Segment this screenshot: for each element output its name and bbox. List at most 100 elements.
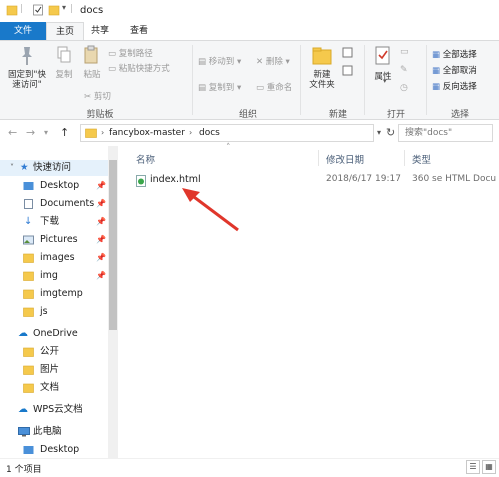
- move-to-button[interactable]: ▤ 移动到 ▾: [198, 55, 241, 68]
- nav-label: Desktop: [40, 444, 80, 455]
- nav-item-imgtemp[interactable]: imgtemp: [0, 286, 108, 302]
- ribbon: 固定到"快 速访问" 复制 粘贴 ▭ 复制路径 ▭ 粘贴快捷方式 ✂ 剪切 剪贴…: [0, 40, 499, 120]
- nav-item-od-pictures[interactable]: 图片: [0, 362, 108, 378]
- copy-to-button[interactable]: ▤ 复制到 ▾: [198, 81, 241, 94]
- new-folder-icon[interactable]: [48, 4, 60, 16]
- large-icons-view-icon[interactable]: ▦: [482, 460, 496, 474]
- folder-icon[interactable]: [6, 4, 18, 16]
- folder-icon: [23, 307, 34, 317]
- breadcrumb-item[interactable]: docs: [199, 128, 220, 138]
- nav-label: 文档: [40, 382, 60, 393]
- nav-wps-cloud[interactable]: ☁ WPS云文档: [0, 402, 108, 418]
- paste-button[interactable]: 粘贴: [79, 45, 105, 80]
- separator: |: [70, 4, 74, 14]
- chevron-right-icon: ›: [101, 128, 105, 137]
- folder-icon: [23, 383, 34, 393]
- chevron-down-icon[interactable]: ˅: [10, 160, 14, 176]
- copy-path-label: 复制路径: [118, 49, 153, 59]
- rename-label: 重命名: [266, 83, 293, 93]
- pin-quick-access-button[interactable]: 固定到"快 速访问": [4, 45, 50, 90]
- nav-label: js: [40, 306, 48, 317]
- properties-icon: [375, 46, 390, 65]
- cloud-icon: ☁: [18, 404, 28, 415]
- folder-icon: [23, 365, 34, 375]
- pin-icon: 📌: [96, 181, 106, 190]
- pictures-icon: [23, 235, 34, 245]
- window-title: docs: [80, 5, 104, 16]
- invert-selection-button[interactable]: ▦ 反向选择: [432, 80, 477, 93]
- star-icon: ★: [20, 162, 29, 173]
- copy-path-button[interactable]: ▭ 复制路径: [108, 47, 153, 60]
- qat-dropdown-icon[interactable]: ▾: [62, 3, 66, 12]
- nav-label: WPS云文档: [33, 404, 83, 415]
- new-folder-button[interactable]: 新建 文件夹: [305, 45, 339, 90]
- annotation-arrow-icon: [182, 188, 239, 232]
- edit-icon[interactable]: ✎: [400, 65, 408, 75]
- open-icon[interactable]: ▭: [400, 47, 409, 57]
- html-file-icon: [136, 175, 146, 187]
- delete-button[interactable]: ✕ 删除 ▾: [256, 55, 290, 68]
- copy-button[interactable]: 复制: [52, 45, 76, 80]
- group-label-open: 打开: [386, 110, 405, 120]
- file-list: ˄ 名称 修改日期 类型 index.html 2018/6/17 19:17 …: [122, 143, 499, 458]
- forward-icon[interactable]: →: [26, 126, 35, 139]
- copy-label: 复制: [55, 70, 73, 80]
- nav-item-img[interactable]: img 📌: [0, 268, 108, 284]
- nav-label: 快速访问: [33, 162, 72, 173]
- nav-item-documents[interactable]: Documents 📌: [0, 196, 108, 212]
- details-view-icon[interactable]: ☰: [466, 460, 480, 474]
- separator: [404, 150, 405, 166]
- search-placeholder: 搜索"docs": [405, 128, 453, 138]
- pin-label-line1: 固定到"快: [8, 70, 46, 80]
- folder-icon: [23, 253, 34, 263]
- nav-this-pc[interactable]: 此电脑: [0, 424, 108, 440]
- history-icon[interactable]: ◷: [400, 83, 408, 93]
- select-all-button[interactable]: ▦ 全部选择: [432, 48, 477, 61]
- tab-view[interactable]: 查看: [122, 22, 156, 40]
- chevron-right-icon: ›: [189, 128, 193, 137]
- breadcrumb-item[interactable]: fancybox-master: [109, 128, 185, 138]
- nav-item-js[interactable]: js: [0, 304, 108, 320]
- properties-dropdown-icon[interactable]: ▾: [383, 77, 387, 85]
- paste-shortcut-button[interactable]: ▭ 粘贴快捷方式: [108, 62, 170, 75]
- sort-arrow-icon: ˄: [226, 143, 231, 153]
- new-item-icon[interactable]: [342, 47, 356, 59]
- cut-button[interactable]: ✂ 剪切: [84, 90, 111, 103]
- paste-shortcut-label: 粘贴快捷方式: [118, 64, 170, 74]
- select-none-button[interactable]: ▦ 全部取消: [432, 64, 477, 77]
- nav-onedrive[interactable]: ☁ OneDrive: [0, 326, 108, 342]
- nav-item-od-documents[interactable]: 文档: [0, 380, 108, 396]
- back-icon[interactable]: ←: [8, 126, 17, 139]
- nav-item-pc-desktop[interactable]: Desktop: [0, 442, 108, 458]
- easy-access-icon[interactable]: [342, 65, 356, 77]
- paste-shortcut-icon: ▭: [108, 63, 117, 74]
- search-input[interactable]: 搜索"docs": [398, 124, 493, 142]
- folder-icon: [23, 347, 34, 357]
- paste-label: 粘贴: [83, 70, 101, 80]
- column-header-modified[interactable]: 修改日期: [326, 152, 364, 166]
- tab-home[interactable]: 主页: [46, 22, 84, 40]
- nav-quick-access[interactable]: ˅ ★ 快速访问: [0, 160, 108, 176]
- tab-file[interactable]: 文件: [0, 22, 46, 40]
- new-folder-icon: [312, 47, 332, 65]
- tab-share[interactable]: 共享: [84, 22, 116, 40]
- download-icon: ↓: [24, 216, 33, 227]
- address-bar[interactable]: › fancybox-master › docs: [80, 124, 374, 142]
- recent-dropdown-icon[interactable]: ▾: [44, 128, 48, 137]
- column-header-type[interactable]: 类型: [412, 152, 431, 166]
- properties-icon[interactable]: [32, 4, 44, 16]
- invert-selection-label: 反向选择: [442, 82, 477, 92]
- nav-item-images[interactable]: images 📌: [0, 250, 108, 266]
- nav-scrollbar-thumb[interactable]: [109, 160, 117, 330]
- nav-item-public[interactable]: 公开: [0, 344, 108, 360]
- nav-item-pictures[interactable]: Pictures 📌: [0, 232, 108, 248]
- address-dropdown-icon[interactable]: ▾: [377, 128, 381, 137]
- nav-item-downloads[interactable]: ↓ 下载 📌: [0, 214, 108, 230]
- pin-icon: 📌: [96, 235, 106, 244]
- column-header-name[interactable]: 名称: [136, 152, 155, 166]
- nav-item-desktop[interactable]: Desktop 📌: [0, 178, 108, 194]
- refresh-icon[interactable]: ↻: [386, 126, 395, 139]
- rename-button[interactable]: ▭ 重命名: [256, 81, 293, 94]
- up-icon[interactable]: ↑: [60, 126, 69, 139]
- file-type: 360 se HTML Docu: [412, 174, 497, 184]
